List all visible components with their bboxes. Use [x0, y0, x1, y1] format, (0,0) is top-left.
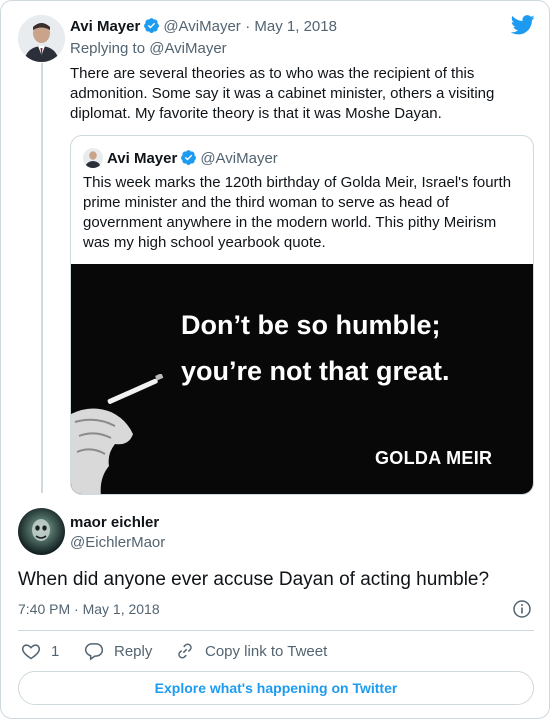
- tweet-card: Avi Mayer @AviMayer · May 1, 2018 Replyin…: [0, 0, 550, 719]
- quote-author-name: Avi Mayer: [107, 150, 178, 167]
- author-name[interactable]: maor eichler: [70, 514, 159, 531]
- tweet1-text: There are several theories as to who was…: [70, 64, 530, 124]
- text-line: prime minister and the third woman to se…: [83, 194, 450, 211]
- text-line: was my high school yearbook quote.: [83, 234, 326, 251]
- quote-image-attribution: GOLDA MEIR: [375, 448, 493, 468]
- reply-label: Reply: [114, 642, 153, 660]
- verified-badge-icon: [181, 150, 197, 165]
- text-line: This week marks the 120th birthday of Go…: [83, 174, 512, 191]
- author-handle[interactable]: @EichlerMaor: [70, 534, 165, 551]
- thread-line: [41, 63, 43, 493]
- tweet2-text: When did anyone ever accuse Dayan of act…: [18, 569, 490, 590]
- explore-button[interactable]: Explore what's happening on Twitter: [18, 671, 534, 705]
- replying-to[interactable]: Replying to @AviMayer: [70, 40, 227, 57]
- text-line: government anywhere in the modern world.…: [83, 214, 497, 231]
- verified-badge-icon: [144, 18, 160, 33]
- avatar[interactable]: [18, 508, 65, 555]
- quote-image-line2: you’re not that great.: [181, 356, 450, 386]
- like-button[interactable]: 1: [21, 641, 59, 661]
- hand-with-cigarette-graphic: [71, 374, 164, 494]
- text-line: diplomat. My favorite theory is that it …: [70, 105, 442, 122]
- tweet1-header: Avi Mayer @AviMayer · May 1, 2018: [70, 17, 337, 36]
- quote-image-line1: Don’t be so humble;: [181, 310, 441, 340]
- quote-text: This week marks the 120th birthday of Go…: [83, 173, 528, 253]
- divider: [18, 630, 534, 631]
- copy-link-button[interactable]: Copy link to Tweet: [175, 641, 327, 661]
- quote-author-handle: @AviMayer: [200, 150, 278, 167]
- author-handle[interactable]: @AviMayer: [163, 18, 240, 35]
- text-line: There are several theories as to who was…: [70, 65, 475, 82]
- quote-image[interactable]: Don’t be so humble; you’re not that grea…: [71, 264, 533, 494]
- avatar[interactable]: [18, 15, 65, 62]
- quote-header: Avi Mayer @AviMayer: [107, 149, 278, 168]
- heart-icon: [21, 644, 41, 660]
- tweet-date[interactable]: · May 1, 2018: [245, 18, 337, 35]
- info-icon[interactable]: [512, 599, 532, 619]
- text-line: admonition. Some say it was a cabinet mi…: [70, 85, 495, 102]
- tweet-timestamp[interactable]: 7:40 PM · May 1, 2018: [18, 601, 160, 617]
- avatar: [83, 148, 103, 168]
- quoted-tweet[interactable]: Avi Mayer @AviMayer This week marks the 1…: [70, 135, 534, 495]
- reply-icon: [84, 643, 104, 661]
- copy-link-label: Copy link to Tweet: [205, 642, 328, 660]
- link-icon: [178, 643, 192, 659]
- twitter-bird-icon[interactable]: [511, 15, 535, 35]
- like-count: 1: [51, 642, 60, 660]
- author-name[interactable]: Avi Mayer: [70, 18, 140, 35]
- reply-button[interactable]: Reply: [84, 641, 152, 661]
